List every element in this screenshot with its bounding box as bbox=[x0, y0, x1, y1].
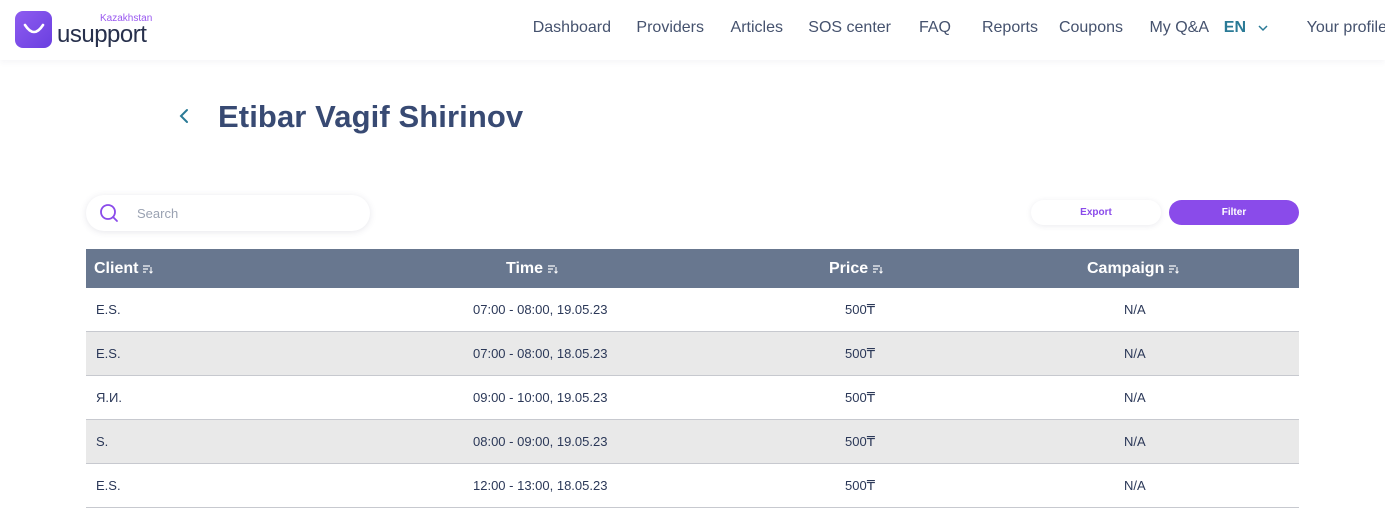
back-button[interactable] bbox=[174, 106, 194, 130]
cell-price: 500₸ bbox=[845, 345, 875, 361]
cell-time: 07:00 - 08:00, 19.05.23 bbox=[473, 302, 608, 317]
table-row[interactable]: E.S. 07:00 - 08:00, 18.05.23 500₸ N/A bbox=[86, 332, 1299, 376]
cell-time: 09:00 - 10:00, 19.05.23 bbox=[473, 390, 608, 405]
nav-item-providers[interactable]: Providers bbox=[636, 19, 704, 37]
cell-campaign: N/A bbox=[1124, 478, 1146, 493]
cell-campaign: N/A bbox=[1124, 390, 1146, 405]
column-header-price[interactable]: Price bbox=[829, 249, 883, 288]
cell-client: E.S. bbox=[96, 302, 121, 317]
sort-icon bbox=[548, 264, 558, 274]
nav-item-your-profile[interactable]: Your profile bbox=[1307, 19, 1385, 37]
table-row[interactable]: Я.И. 09:00 - 10:00, 19.05.23 500₸ N/A bbox=[86, 376, 1299, 420]
filter-button[interactable]: Filter bbox=[1169, 200, 1299, 225]
cell-price: 500₸ bbox=[845, 389, 875, 405]
column-label: Client bbox=[94, 259, 139, 277]
column-header-time[interactable]: Time bbox=[506, 249, 558, 288]
cell-campaign: N/A bbox=[1124, 302, 1146, 317]
sessions-table: Client Time Price Campaign E.S. 07:00 - … bbox=[86, 249, 1299, 508]
nav-item-dashboard[interactable]: Dashboard bbox=[533, 19, 611, 37]
cell-price: 500₸ bbox=[845, 301, 875, 317]
nav-item-coupons[interactable]: Coupons bbox=[1059, 19, 1123, 37]
cell-campaign: N/A bbox=[1124, 434, 1146, 449]
search-icon bbox=[99, 203, 119, 223]
search-box[interactable] bbox=[86, 195, 370, 231]
top-header: usupport Kazakhstan Dashboard Providers … bbox=[0, 0, 1385, 60]
column-label: Campaign bbox=[1087, 259, 1165, 277]
cell-price: 500₸ bbox=[845, 433, 875, 449]
cell-campaign: N/A bbox=[1124, 346, 1146, 361]
cell-price: 500₸ bbox=[845, 477, 875, 493]
cell-client: E.S. bbox=[96, 346, 121, 361]
language-selector[interactable]: EN bbox=[1224, 19, 1268, 37]
column-label: Time bbox=[506, 259, 544, 277]
brand-name: usupport bbox=[57, 21, 147, 48]
nav-item-reports[interactable]: Reports bbox=[982, 19, 1038, 37]
chevron-down-icon bbox=[1258, 19, 1268, 37]
nav-item-faq[interactable]: FAQ bbox=[919, 19, 951, 37]
table-row[interactable]: E.S. 07:00 - 08:00, 19.05.23 500₸ N/A bbox=[86, 288, 1299, 332]
table-header: Client Time Price Campaign bbox=[86, 249, 1299, 288]
language-label: EN bbox=[1223, 19, 1246, 36]
column-label: Price bbox=[829, 259, 869, 277]
smile-bag-icon bbox=[15, 11, 52, 48]
export-button[interactable]: Export bbox=[1031, 200, 1161, 225]
sort-icon bbox=[873, 264, 883, 274]
nav-item-my-qa[interactable]: My Q&A bbox=[1149, 19, 1209, 37]
cell-client: Я.И. bbox=[96, 390, 122, 405]
cell-client: S. bbox=[96, 434, 109, 449]
cell-time: 07:00 - 08:00, 18.05.23 bbox=[473, 346, 608, 361]
column-header-campaign[interactable]: Campaign bbox=[1087, 249, 1180, 288]
search-input[interactable] bbox=[137, 205, 337, 221]
nav-item-articles[interactable]: Articles bbox=[731, 19, 783, 37]
brand-region: Kazakhstan bbox=[100, 13, 153, 24]
sort-icon bbox=[143, 264, 154, 274]
cell-time: 08:00 - 09:00, 19.05.23 bbox=[473, 434, 608, 449]
cell-time: 12:00 - 13:00, 18.05.23 bbox=[473, 478, 608, 493]
sort-icon bbox=[1169, 264, 1180, 274]
column-header-client[interactable]: Client bbox=[94, 249, 154, 288]
page-title: Etibar Vagif Shirinov bbox=[218, 99, 524, 134]
nav-item-sos-center[interactable]: SOS center bbox=[808, 19, 891, 37]
table-row[interactable]: S. 08:00 - 09:00, 19.05.23 500₸ N/A bbox=[86, 420, 1299, 464]
cell-client: E.S. bbox=[96, 478, 121, 493]
brand-logo[interactable]: usupport Kazakhstan bbox=[15, 11, 152, 48]
table-row[interactable]: E.S. 12:00 - 13:00, 18.05.23 500₸ N/A bbox=[86, 464, 1299, 508]
chevron-left-icon bbox=[179, 108, 189, 129]
